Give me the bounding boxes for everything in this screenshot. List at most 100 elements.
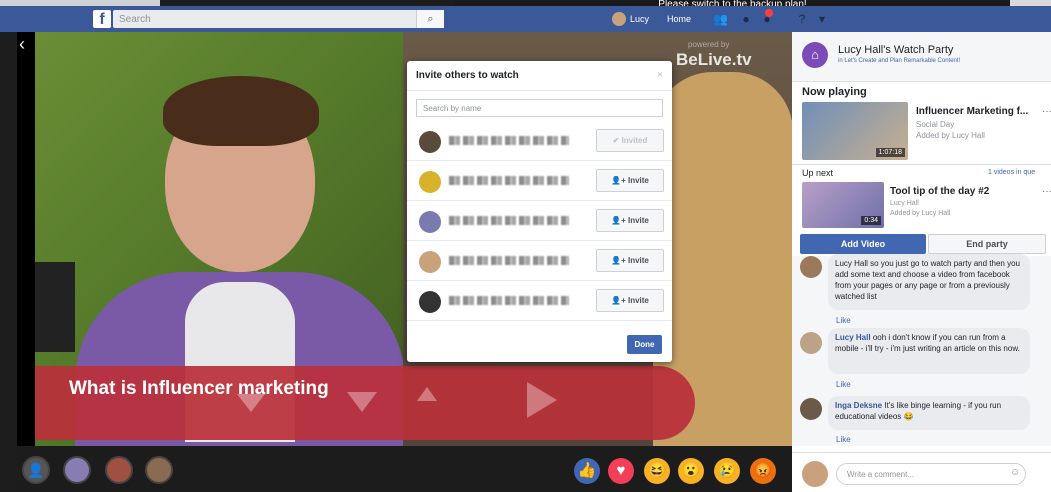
decorative-triangle: [347, 392, 377, 412]
comment-text: Lucy Hall so you just go to watch party …: [835, 259, 1020, 301]
viewer-reaction-bar: 👤 👍 ♥ 😆 😮 😢 😡: [17, 446, 792, 492]
comment-bubble: Inga Deksne It's like binge learning - i…: [828, 396, 1030, 430]
invite-label: Invite: [627, 256, 649, 265]
decorative-triangle: [527, 382, 557, 418]
dialog-header: Invite others to watch ×: [407, 61, 672, 91]
facebook-logo[interactable]: f: [93, 10, 111, 28]
avatar: [419, 131, 441, 153]
comment-bubble: Lucy Hall ooh i don't know if you can ru…: [828, 328, 1030, 374]
watch-party-sidebar: ⌂ Lucy Hall's Watch Party in Let's Creat…: [792, 32, 1051, 492]
search-icon[interactable]: ⌕: [416, 10, 444, 28]
banner-title: What is Influencer marketing: [69, 378, 329, 399]
search-input[interactable]: Search: [113, 10, 443, 28]
friend-name-blurred: [449, 216, 569, 225]
profile-link[interactable]: Lucy: [612, 10, 649, 28]
watch-party-title[interactable]: Lucy Hall's Watch Party: [838, 44, 953, 56]
add-video-button[interactable]: Add Video: [800, 234, 926, 254]
viewer-avatar[interactable]: [145, 456, 173, 484]
avatar[interactable]: [800, 256, 822, 278]
friend-name-blurred: [449, 136, 569, 145]
invite-row: 👤+ Invite: [407, 161, 672, 201]
invite-label: Invite: [627, 216, 649, 225]
comments-list: Lucy Hall so you just go to watch party …: [792, 254, 1051, 446]
screen: Please switch to the backup plan! f Sear…: [0, 0, 1051, 492]
queue-count[interactable]: 1 videos in que: [988, 169, 1035, 176]
now-playing-thumbnail[interactable]: 1:07:18: [802, 102, 908, 160]
invite-row: 👤+ Invite: [407, 281, 672, 321]
chevron-left-icon[interactable]: ‹: [19, 34, 25, 55]
background-object: [35, 262, 75, 352]
chevron-down-icon[interactable]: ▾: [815, 12, 829, 26]
group-link[interactable]: in Let's Create and Plan Remarkable Cont…: [838, 58, 960, 64]
dialog-title: Invite others to watch: [416, 70, 519, 81]
comment-input[interactable]: Write a comment...: [836, 463, 1026, 485]
invite-button[interactable]: 👤+ Invite: [596, 249, 664, 272]
help-icon[interactable]: ?: [795, 12, 809, 26]
avatar[interactable]: [800, 332, 822, 354]
comment-author[interactable]: Inga Deksne: [835, 401, 882, 410]
friend-requests-icon[interactable]: 👥: [713, 12, 728, 26]
now-playing-added-by: Added by Lucy Hall: [916, 131, 985, 140]
avatar[interactable]: [800, 398, 822, 420]
friend-name-blurred: [449, 256, 569, 265]
presenter-hair: [163, 76, 319, 146]
comment-bubble: Lucy Hall so you just go to watch party …: [828, 254, 1030, 310]
more-options-icon[interactable]: ···: [1042, 186, 1051, 197]
end-party-button[interactable]: End party: [928, 234, 1046, 254]
now-playing-title[interactable]: Influencer Marketing f...: [916, 106, 1028, 117]
like-icon[interactable]: 👍: [574, 458, 600, 484]
avatar: [419, 251, 441, 273]
viewer-avatar[interactable]: [63, 456, 91, 484]
done-button[interactable]: Done: [627, 335, 662, 354]
avatar: [802, 461, 828, 487]
friend-name-blurred: [449, 176, 569, 185]
viewer-avatar[interactable]: [105, 456, 133, 484]
video-duration: 1:07:18: [875, 148, 905, 157]
home-link[interactable]: Home: [667, 14, 691, 24]
invite-button[interactable]: 👤+ Invite: [596, 169, 664, 192]
like-link[interactable]: Like: [836, 316, 851, 325]
avatar: [419, 211, 441, 233]
search-by-name-input[interactable]: Search by name: [416, 99, 663, 117]
watermark-caption: powered by: [688, 40, 730, 49]
invite-dialog: Invite others to watch × Search by name …: [407, 61, 672, 362]
invite-row: ✔ Invited: [407, 121, 672, 161]
messenger-icon[interactable]: ●: [739, 12, 753, 26]
invited-button: ✔ Invited: [596, 129, 664, 152]
comment-composer: Write a comment... ☺: [792, 452, 1051, 492]
wow-icon[interactable]: 😮: [678, 458, 704, 484]
more-options-icon[interactable]: ···: [1042, 106, 1051, 117]
invite-row: 👤+ Invite: [407, 201, 672, 241]
up-next-source: Lucy Hall: [890, 200, 919, 207]
like-link[interactable]: Like: [836, 380, 851, 389]
avatar: [612, 12, 626, 26]
like-link[interactable]: Like: [836, 435, 851, 444]
haha-icon[interactable]: 😆: [644, 458, 670, 484]
friend-name-blurred: [449, 296, 569, 305]
video-duration: 0:34: [861, 216, 881, 225]
invite-button[interactable]: 👤+ Invite: [596, 289, 664, 312]
decorative-triangle: [417, 387, 437, 401]
close-icon[interactable]: ×: [657, 69, 663, 81]
avatar: [419, 291, 441, 313]
angry-icon[interactable]: 😡: [750, 458, 776, 484]
invite-label: Invite: [627, 176, 649, 185]
notification-badge: [765, 9, 773, 17]
now-playing-source: Social Day: [916, 120, 955, 129]
now-playing-label: Now playing: [802, 86, 867, 98]
emoji-icon[interactable]: ☺: [1010, 467, 1020, 478]
avatar: [419, 171, 441, 193]
user-name: Lucy: [630, 14, 650, 24]
comment-author[interactable]: Lucy Hall: [835, 333, 871, 342]
viewer-list-icon[interactable]: 👤: [22, 456, 50, 484]
invite-row: 👤+ Invite: [407, 241, 672, 281]
sad-icon[interactable]: 😢: [714, 458, 740, 484]
watch-party-header: ⌂ Lucy Hall's Watch Party in Let's Creat…: [792, 32, 1051, 82]
invite-button[interactable]: 👤+ Invite: [596, 209, 664, 232]
up-next-thumbnail[interactable]: 0:34: [802, 182, 884, 228]
watch-party-icon: ⌂: [802, 42, 828, 68]
belive-watermark: BeLive.tv: [676, 50, 752, 69]
love-icon[interactable]: ♥: [608, 458, 634, 484]
up-next-title[interactable]: Tool tip of the day #2: [890, 186, 989, 197]
up-next-label: Up next: [802, 168, 834, 178]
